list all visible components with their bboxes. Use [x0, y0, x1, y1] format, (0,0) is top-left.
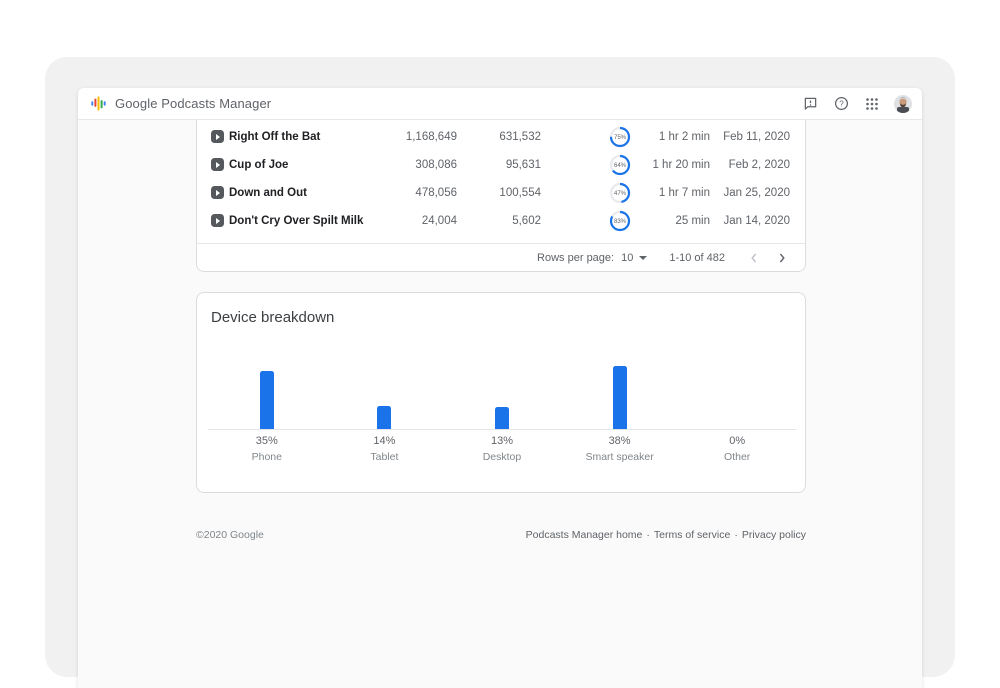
app-bar: Google Podcasts Manager ? [78, 88, 922, 120]
help-icon[interactable]: ? [832, 95, 850, 113]
app-title: Google Podcasts Manager [115, 96, 271, 111]
episode-title: Don't Cry Over Spilt Milk [229, 215, 363, 227]
bar-value-label: 14% [373, 435, 395, 447]
svg-text:47%: 47% [614, 191, 627, 197]
app-window: Google Podcasts Manager ? [78, 88, 922, 688]
footer-separator: · [646, 529, 650, 541]
apps-grid-icon[interactable] [863, 95, 881, 113]
chart-baseline [208, 429, 796, 430]
bar-chart: 35% Phone 14% Tablet 13% Desktop 38% Sma… [208, 329, 796, 463]
table-row[interactable]: Don't Cry Over Spilt Milk 24,004 5,602 8… [197, 207, 805, 235]
rows-per-page-select[interactable]: 10 [621, 252, 647, 264]
rows-per-page-label: Rows per page: [537, 252, 614, 264]
chart-title: Device breakdown [211, 309, 334, 326]
copyright-text: ©2020 Google [196, 529, 264, 541]
previous-page-button[interactable] [747, 251, 761, 265]
episode-date: Jan 25, 2020 [723, 187, 790, 199]
bar-value-label: 0% [729, 435, 745, 447]
play-icon[interactable] [211, 158, 224, 171]
table-row[interactable]: Cup of Joe 308,086 95,631 64% 1 hr 20 mi… [197, 151, 805, 179]
episode-plays: 308,086 [415, 159, 457, 171]
episode-listeners: 95,631 [506, 159, 541, 171]
play-icon[interactable] [211, 214, 224, 227]
google-podcasts-logo-icon [90, 95, 107, 112]
episode-listeners: 5,602 [512, 215, 541, 227]
footer-link-podcasts-manager-home[interactable]: Podcasts Manager home [526, 529, 643, 541]
episode-duration: 1 hr 20 min [652, 159, 710, 171]
play-icon[interactable] [211, 130, 224, 143]
bar-category-label: Phone [252, 451, 282, 463]
play-icon[interactable] [211, 186, 224, 199]
chart-column: 14% Tablet [326, 329, 444, 463]
footer-link-terms-of-service[interactable]: Terms of service [654, 529, 730, 541]
bar-value-label: 35% [256, 435, 278, 447]
chart-column: 35% Phone [208, 329, 326, 463]
table-row[interactable]: Right Off the Bat 1,168,649 631,532 75% … [197, 123, 805, 151]
table-row[interactable]: Down and Out 478,056 100,554 47% 1 hr 7 … [197, 179, 805, 207]
episode-duration: 1 hr 7 min [659, 187, 710, 199]
episode-title: Right Off the Bat [229, 131, 320, 143]
retention-ring: 75% [609, 126, 631, 148]
bar-smart-speaker [613, 366, 627, 429]
svg-text:64%: 64% [614, 163, 627, 169]
bar-category-label: Other [724, 451, 750, 463]
chevron-down-icon [639, 256, 647, 260]
episode-listeners: 631,532 [499, 131, 541, 143]
next-page-button[interactable] [775, 251, 789, 265]
bar-category-label: Smart speaker [585, 451, 653, 463]
bar-value-label: 38% [609, 435, 631, 447]
episode-duration: 1 hr 2 min [659, 131, 710, 143]
episodes-table-card: Right Off the Bat 1,168,649 631,532 75% … [196, 120, 806, 272]
chart-column: 0% Other [678, 329, 796, 463]
episode-title: Down and Out [229, 187, 307, 199]
footer-link-privacy-policy[interactable]: Privacy policy [742, 529, 806, 541]
svg-text:83%: 83% [614, 219, 627, 225]
device-breakdown-card: Device breakdown 35% Phone 14% Tablet 13… [196, 292, 806, 493]
retention-ring: 64% [609, 154, 631, 176]
episode-plays: 478,056 [415, 187, 457, 199]
episodes-rows: Right Off the Bat 1,168,649 631,532 75% … [197, 120, 805, 235]
chart-column: 38% Smart speaker [561, 329, 679, 463]
avatar[interactable] [894, 95, 912, 113]
episode-date: Feb 2, 2020 [729, 159, 790, 171]
bar-value-label: 13% [491, 435, 513, 447]
episode-date: Jan 14, 2020 [723, 215, 790, 227]
bar-category-label: Desktop [483, 451, 522, 463]
chart-column: 13% Desktop [443, 329, 561, 463]
retention-ring: 83% [609, 210, 631, 232]
footer-separator: · [734, 529, 738, 541]
episode-title: Cup of Joe [229, 159, 288, 171]
bar-category-label: Tablet [370, 451, 398, 463]
svg-text:75%: 75% [614, 135, 627, 141]
episode-plays: 1,168,649 [406, 131, 457, 143]
episode-duration: 25 min [675, 215, 710, 227]
bar-tablet [377, 406, 391, 429]
episode-date: Feb 11, 2020 [723, 131, 790, 143]
pagination-bar: Rows per page: 10 1-10 of 482 [197, 243, 805, 271]
episode-listeners: 100,554 [499, 187, 541, 199]
app-footer: ©2020 Google Podcasts Manager home · Ter… [196, 529, 806, 541]
pagination-range: 1-10 of 482 [669, 252, 725, 264]
feedback-icon[interactable] [801, 95, 819, 113]
bar-desktop [495, 407, 509, 429]
svg-text:?: ? [839, 99, 844, 108]
bar-phone [260, 371, 274, 429]
retention-ring: 47% [609, 182, 631, 204]
episode-plays: 24,004 [422, 215, 457, 227]
